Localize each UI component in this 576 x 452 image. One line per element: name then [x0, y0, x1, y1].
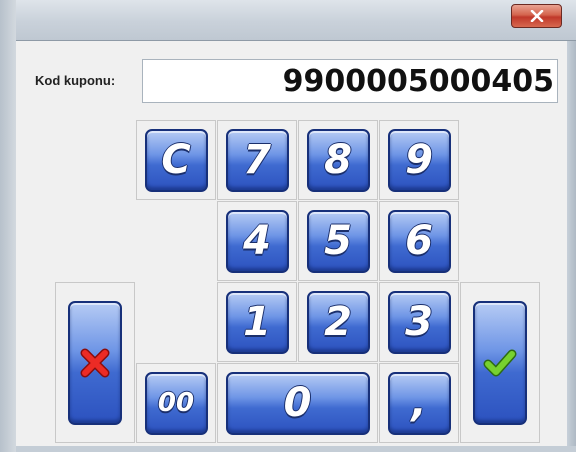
keypad-cell: 6 — [379, 201, 459, 281]
digit-1-button[interactable]: 1 — [225, 290, 289, 354]
window-left-edge — [0, 0, 16, 452]
title-bar — [0, 0, 576, 41]
digit-0-button[interactable]: 0 — [225, 371, 370, 435]
keypad-cell: 7 — [217, 120, 297, 200]
digit-8-button[interactable]: 8 — [306, 128, 370, 192]
decimal-comma-button[interactable]: , — [387, 371, 451, 435]
keypad-cell: 2 — [298, 282, 378, 362]
keypad-cell: 1 — [217, 282, 297, 362]
digit-9-button[interactable]: 9 — [387, 128, 451, 192]
keypad-cell: 9 — [379, 120, 459, 200]
window-right-edge — [567, 41, 576, 452]
coupon-code-field[interactable]: 9900005000405 — [142, 59, 558, 103]
digit-6-button[interactable]: 6 — [387, 209, 451, 273]
keypad-cell: 4 — [217, 201, 297, 281]
digit-5-button[interactable]: 5 — [306, 209, 370, 273]
confirm-button[interactable] — [473, 300, 527, 425]
close-button[interactable] — [511, 4, 562, 28]
keypad-cell: , — [379, 363, 459, 443]
digit-2-button[interactable]: 2 — [306, 290, 370, 354]
digit-4-button[interactable]: 4 — [225, 209, 289, 273]
keypad-cell: 0 — [217, 363, 378, 443]
cancel-button[interactable] — [68, 300, 122, 425]
close-x-icon — [530, 10, 543, 22]
keypad-cell: C — [136, 120, 216, 200]
clear-button[interactable]: C — [144, 128, 208, 192]
coupon-code-label: Kod kuponu: — [35, 73, 116, 88]
keypad-cell — [55, 282, 135, 443]
keypad-cell: 5 — [298, 201, 378, 281]
keypad-cell — [460, 282, 540, 443]
cancel-x-icon — [80, 348, 110, 377]
keypad-cell: 00 — [136, 363, 216, 443]
double-zero-button[interactable]: 00 — [144, 371, 208, 435]
keypad-cell: 8 — [298, 120, 378, 200]
digit-7-button[interactable]: 7 — [225, 128, 289, 192]
window-bottom-edge — [16, 446, 576, 452]
digit-3-button[interactable]: 3 — [387, 290, 451, 354]
keypad-cell: 3 — [379, 282, 459, 362]
check-icon — [483, 349, 517, 376]
